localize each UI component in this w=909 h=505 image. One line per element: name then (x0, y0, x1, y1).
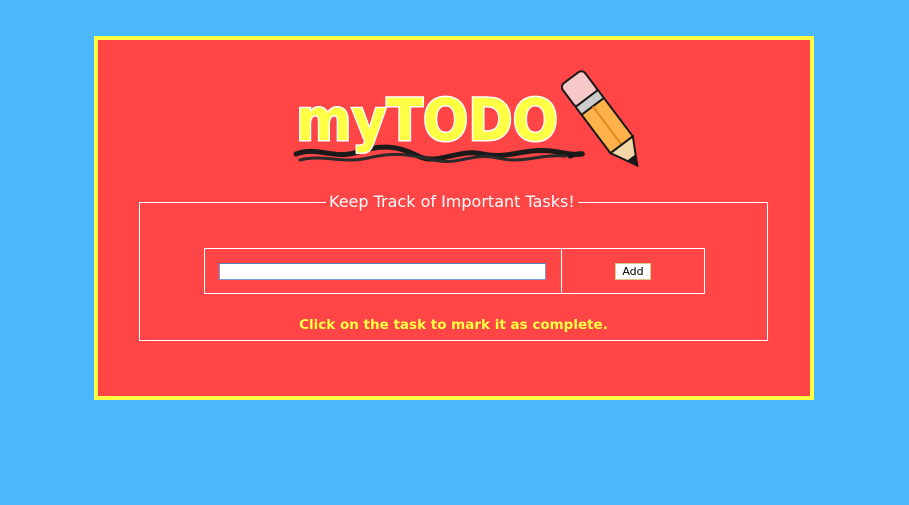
task-input[interactable] (219, 263, 546, 280)
task-fieldset: Keep Track of Important Tasks! Add Click… (139, 193, 768, 341)
task-legend: Keep Track of Important Tasks! (329, 192, 575, 211)
add-button-cell: Add (562, 249, 704, 293)
complete-hint: Click on the task to mark it as complete… (299, 317, 608, 333)
todo-card: myTODO Keep Track of Important Tasks! Ad… (94, 36, 814, 400)
task-input-cell (205, 249, 562, 293)
mytodo-logo: myTODO (288, 66, 668, 168)
add-button[interactable]: Add (615, 263, 651, 280)
task-entry-row: Add (204, 248, 705, 294)
logo-text: myTODO (296, 86, 558, 154)
